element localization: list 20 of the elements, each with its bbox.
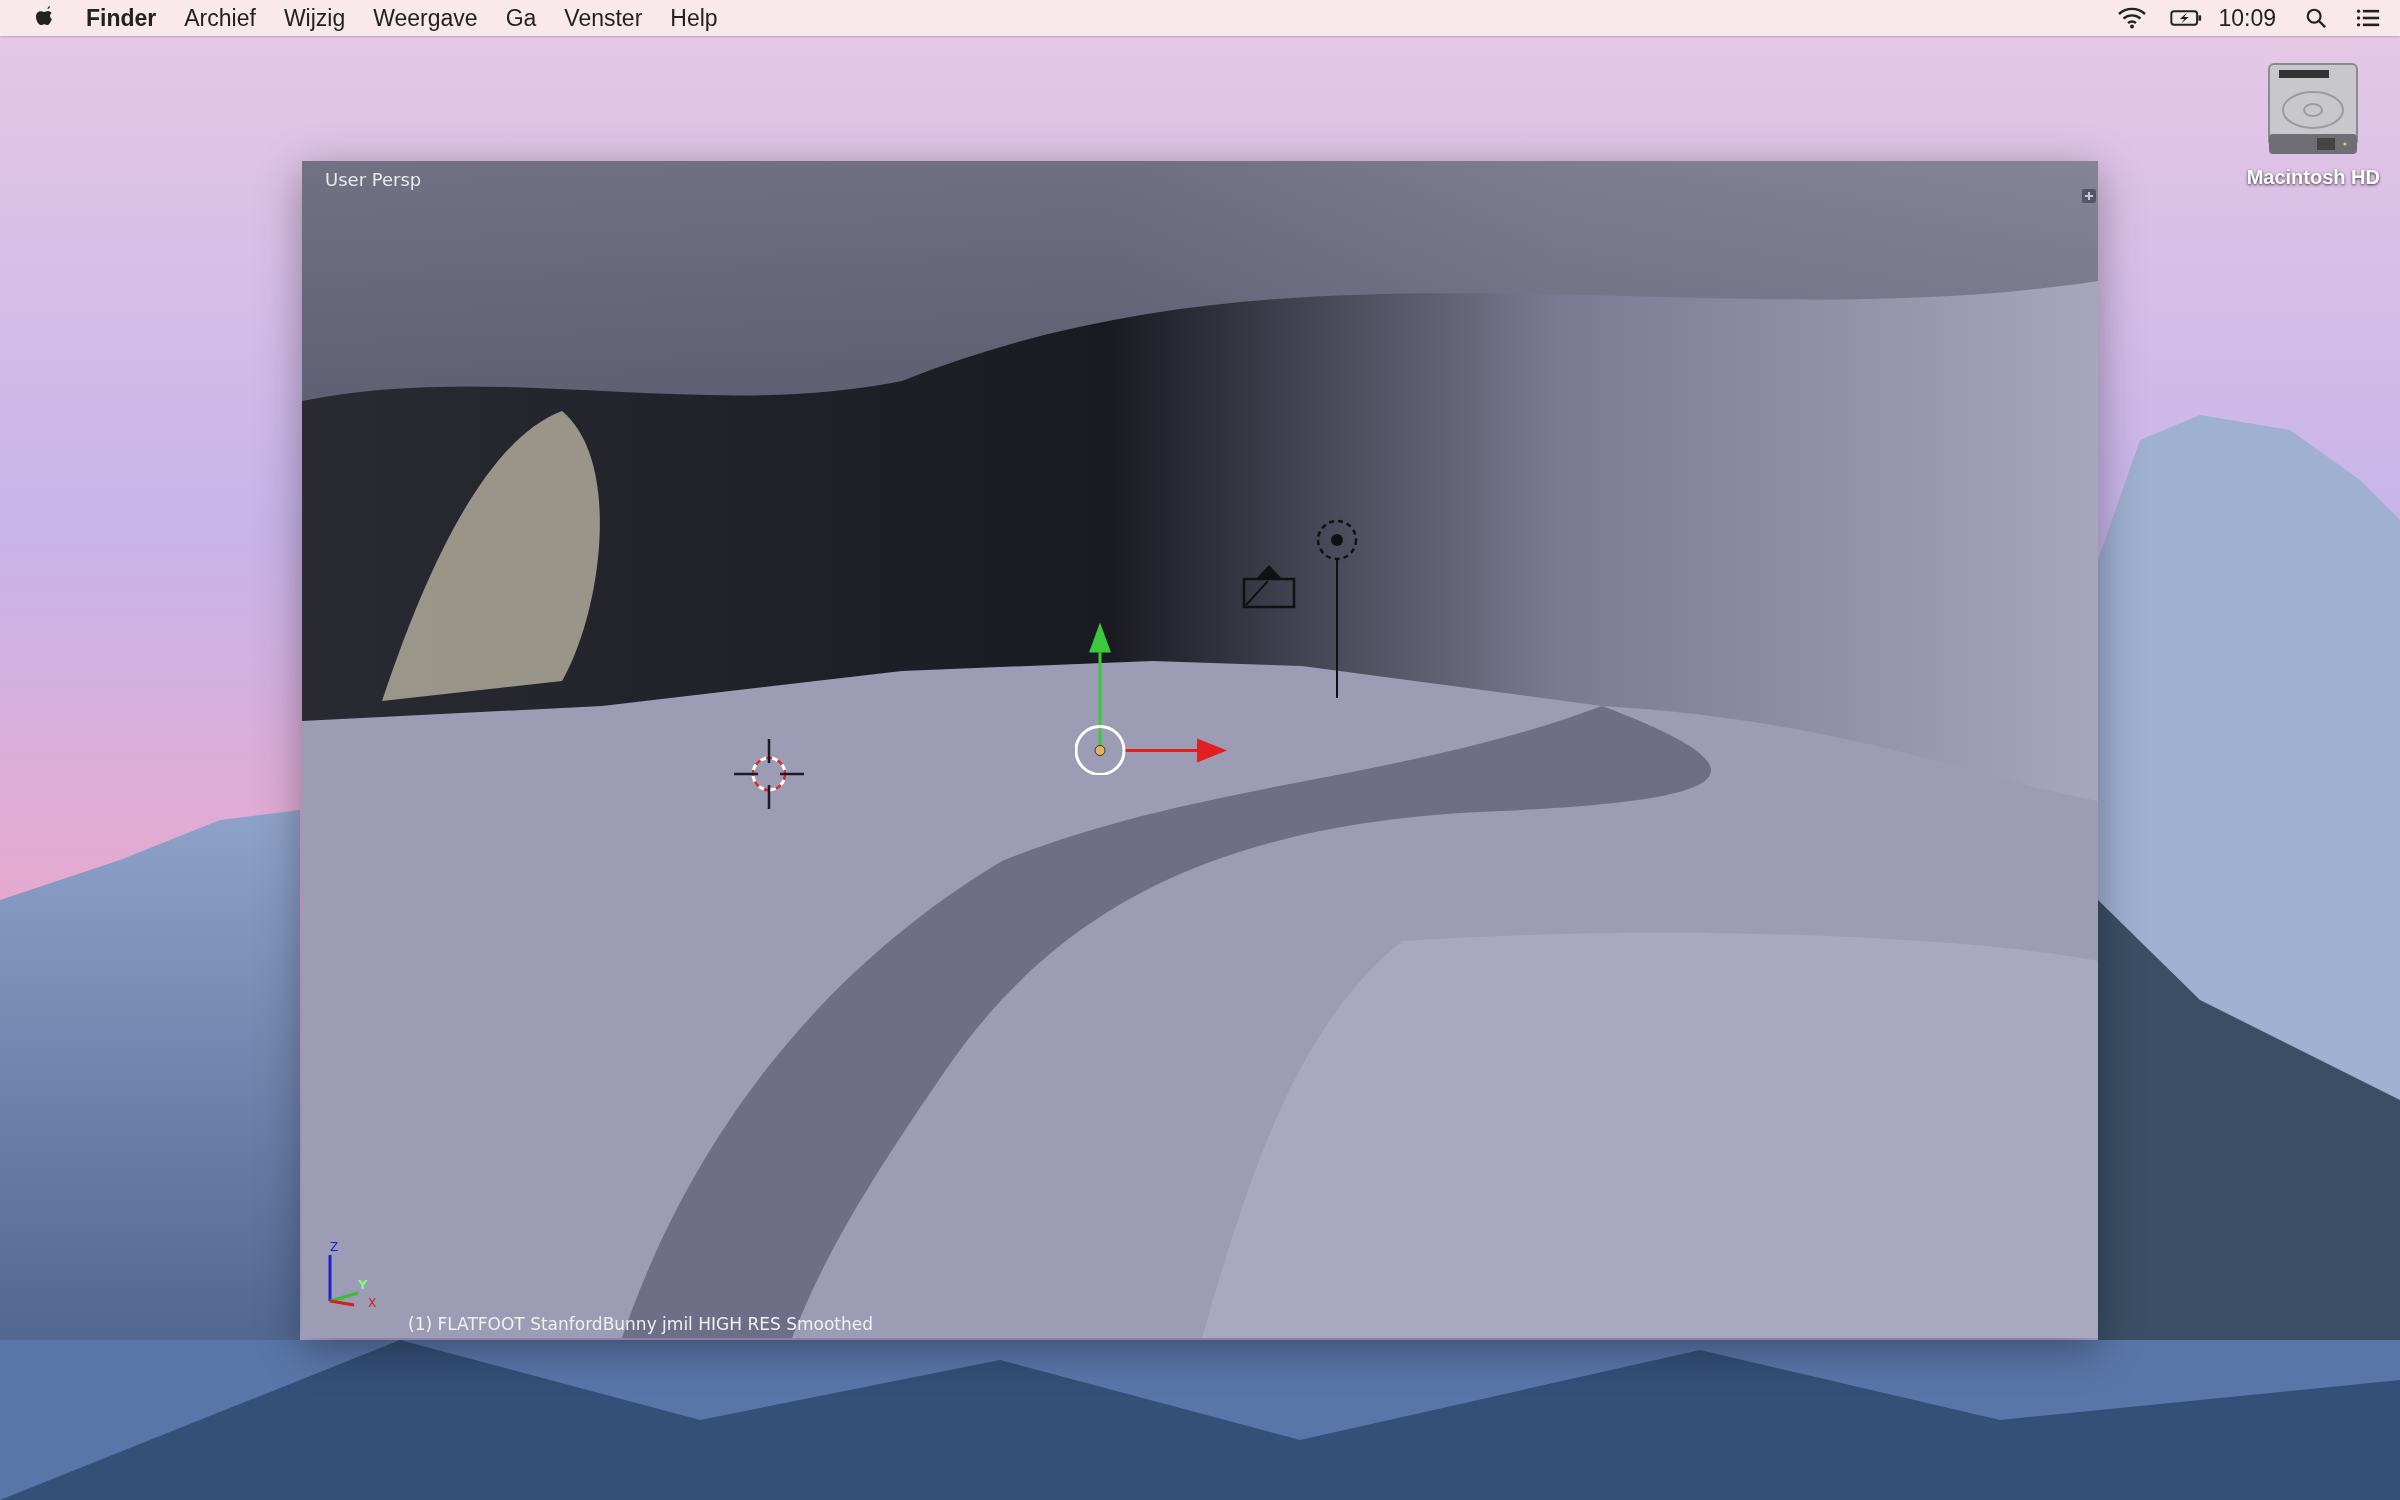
menu-bar-clock[interactable]: 10:09 [2218,4,2276,32]
menu-item[interactable]: Wijzig [283,4,346,32]
lamp-icon[interactable] [1315,518,1359,698]
axis-label: X [368,1296,377,1309]
menu-item[interactable]: Help [670,4,718,32]
menu-item[interactable]: Venster [564,4,643,32]
menu-item[interactable]: Weergave [373,4,478,32]
3d-cursor-icon[interactable] [734,739,804,809]
search-icon[interactable] [2304,7,2328,29]
menu-item[interactable]: Archief [184,4,256,32]
menu-item[interactable]: Ga [505,4,537,32]
plus-icon[interactable] [2082,189,2096,203]
axis-label: Y [358,1277,368,1292]
list-icon[interactable] [2356,7,2380,29]
menu-item[interactable]: Finder [86,4,157,32]
3d-viewport[interactable]: User Persp Z Y X (1) FLATFOOT StanfordBunny jmil HIGH RES Smoothed [302,161,2098,1338]
axis-label: Z [330,1240,339,1254]
view-label: User Persp [325,169,422,190]
battery-charging-icon[interactable] [2170,7,2203,29]
object-label: (1) FLATFOOT StanfordBunny jmil HIGH RES Smoothed [408,1314,873,1334]
